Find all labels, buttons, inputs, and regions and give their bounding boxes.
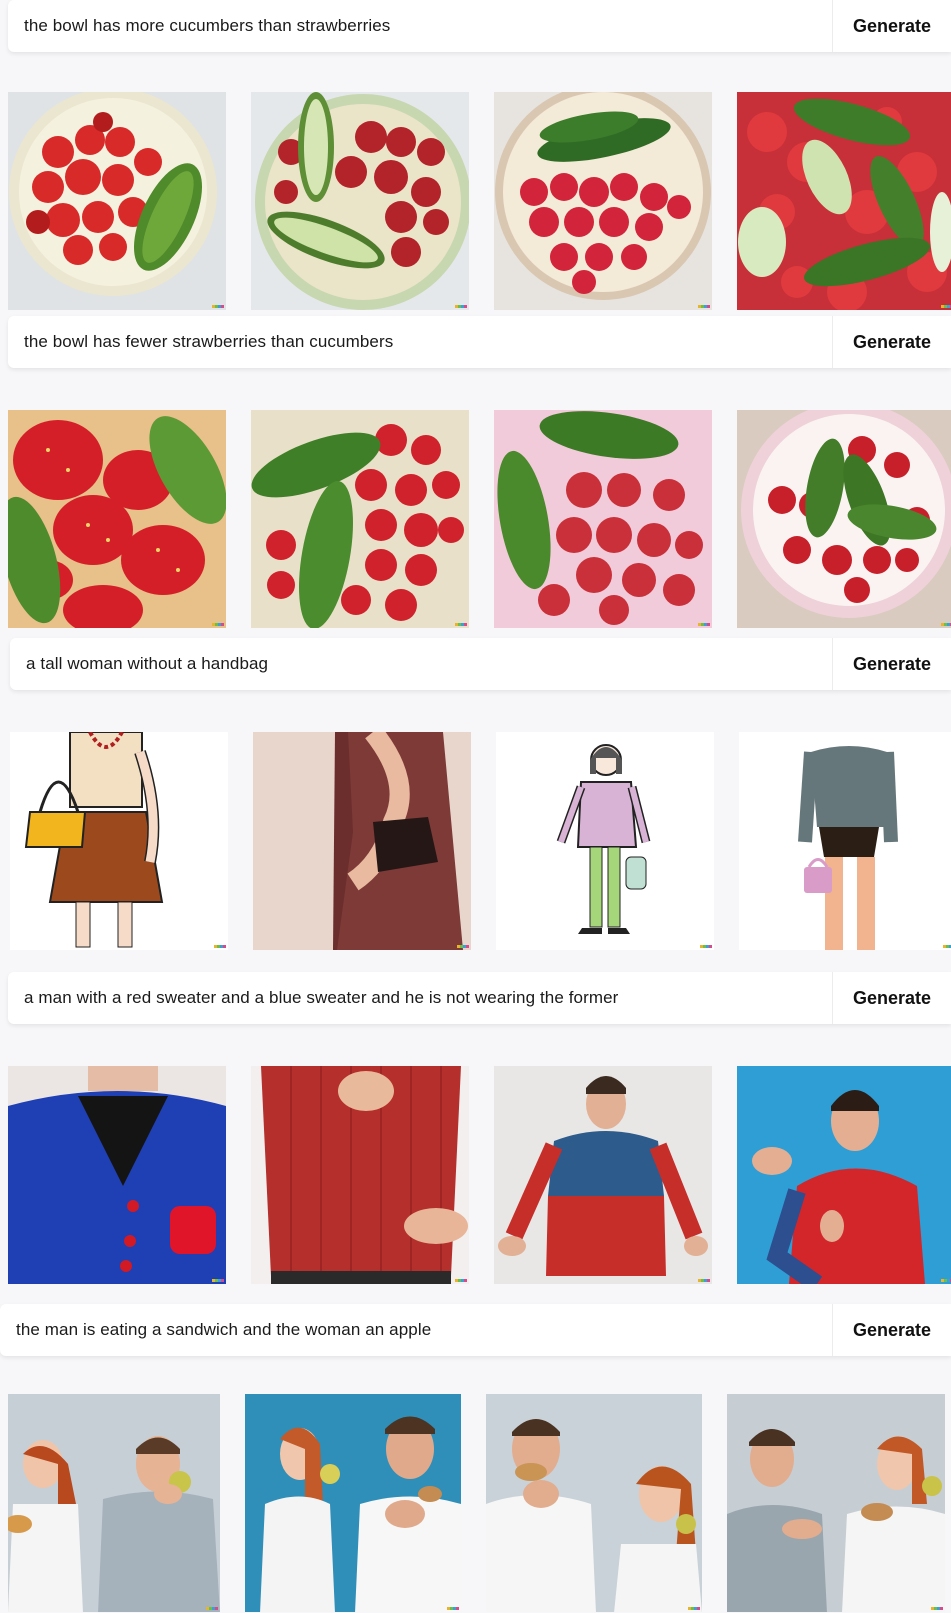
prompt-bar: the bowl has fewer strawberries than cuc… <box>8 316 951 368</box>
generate-button[interactable]: Generate <box>832 638 951 690</box>
image-row <box>8 1066 951 1284</box>
generated-image[interactable] <box>8 1066 226 1284</box>
generate-button[interactable]: Generate <box>832 0 951 52</box>
prompt-input[interactable]: a man with a red sweater and a blue swea… <box>8 988 832 1008</box>
generated-image[interactable] <box>496 732 714 950</box>
prompt-input[interactable]: the bowl has more cucumbers than strawbe… <box>8 16 832 36</box>
generated-image[interactable] <box>8 92 226 310</box>
generated-image[interactable] <box>486 1394 702 1612</box>
generated-image[interactable] <box>8 1394 220 1612</box>
prompt-bar: the bowl has more cucumbers than strawbe… <box>8 0 951 52</box>
prompt-input[interactable]: the bowl has fewer strawberries than cuc… <box>8 332 832 352</box>
generated-image[interactable] <box>245 1394 461 1612</box>
generated-image[interactable] <box>494 92 712 310</box>
prompt-bar: a man with a red sweater and a blue swea… <box>8 972 951 1024</box>
image-row <box>8 92 951 310</box>
generated-image[interactable] <box>737 410 951 628</box>
prompt-input[interactable]: the man is eating a sandwich and the wom… <box>0 1320 832 1340</box>
generate-button[interactable]: Generate <box>832 316 951 368</box>
generated-image[interactable] <box>739 732 951 950</box>
generate-button[interactable]: Generate <box>832 1304 951 1356</box>
generated-image[interactable] <box>737 92 951 310</box>
generated-image[interactable] <box>494 410 712 628</box>
generated-image[interactable] <box>8 410 226 628</box>
prompt-bar: a tall woman without a handbag Generate <box>10 638 951 690</box>
generated-image[interactable] <box>737 1066 951 1284</box>
image-row <box>8 1394 945 1612</box>
generated-image[interactable] <box>251 92 469 310</box>
generated-image[interactable] <box>494 1066 712 1284</box>
generated-image[interactable] <box>10 732 228 950</box>
generated-image[interactable] <box>727 1394 945 1612</box>
generated-image[interactable] <box>251 1066 469 1284</box>
generated-image[interactable] <box>253 732 471 950</box>
prompt-bar: the man is eating a sandwich and the wom… <box>0 1304 951 1356</box>
image-row <box>10 732 951 950</box>
generate-button[interactable]: Generate <box>832 972 951 1024</box>
prompt-input[interactable]: a tall woman without a handbag <box>10 654 832 674</box>
image-row <box>8 410 951 628</box>
generated-image[interactable] <box>251 410 469 628</box>
